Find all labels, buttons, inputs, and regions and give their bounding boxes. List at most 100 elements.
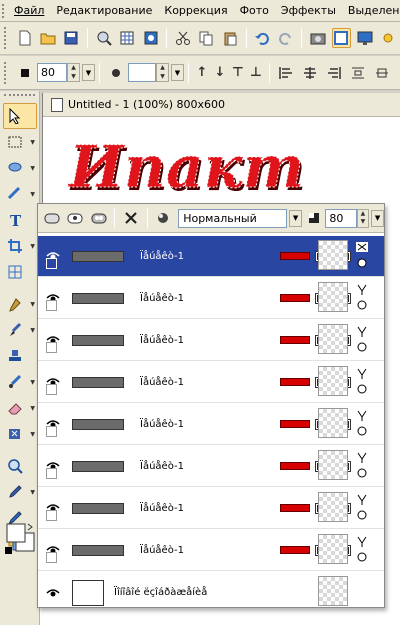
monitor-icon[interactable] xyxy=(355,28,374,48)
size-input[interactable]: 80 xyxy=(37,63,67,82)
layer-link-checkbox[interactable] xyxy=(46,258,57,269)
layer-row[interactable]: Ïåúåêò-1 xyxy=(38,404,384,445)
layer-link-checkbox[interactable] xyxy=(46,510,57,521)
layer-lock-icon[interactable] xyxy=(355,325,369,355)
open-icon[interactable] xyxy=(38,28,57,48)
layer-lock-icon[interactable] xyxy=(355,241,369,271)
menu-photo[interactable]: Фото xyxy=(234,1,275,21)
eyedropper-tool[interactable]: ▼ xyxy=(3,479,37,505)
undo-icon[interactable] xyxy=(253,28,272,48)
layer-link-checkbox[interactable] xyxy=(46,426,57,437)
layer-lock-icon[interactable] xyxy=(355,493,369,523)
menu-adjust[interactable]: Коррекция xyxy=(158,1,233,21)
layer-lock-icon[interactable] xyxy=(355,451,369,481)
duplicate-layer-icon[interactable] xyxy=(89,208,108,228)
toolbar-grip[interactable] xyxy=(4,61,10,84)
align-left-icon[interactable] xyxy=(276,63,296,83)
toolbar-grip[interactable] xyxy=(4,27,10,49)
cut-icon[interactable] xyxy=(173,28,192,48)
layer-opacity-input[interactable]: 80 xyxy=(325,208,357,228)
layer-link-checkbox[interactable] xyxy=(46,342,57,353)
new-layer-icon[interactable] xyxy=(42,208,61,228)
layer-row[interactable]: Ïåúåêò-1 xyxy=(38,236,384,277)
align-center-icon[interactable] xyxy=(300,63,320,83)
visibility-eye-icon[interactable] xyxy=(46,588,60,598)
delete-layer-icon[interactable] xyxy=(121,208,140,228)
banner-text: Ипакт xyxy=(67,133,304,201)
mesh-tool[interactable] xyxy=(3,259,37,285)
blend-mode-dropdown[interactable]: ▼ xyxy=(289,209,302,227)
layer-row[interactable]: Ïåúåêò-1 xyxy=(38,488,384,529)
text-tool[interactable]: T xyxy=(3,207,37,233)
layer-lock-icon[interactable] xyxy=(355,535,369,565)
layer-link-checkbox[interactable] xyxy=(46,552,57,563)
distribute-icon[interactable] xyxy=(348,63,368,83)
grid-icon[interactable] xyxy=(118,28,137,48)
hardness-icon[interactable] xyxy=(106,63,126,83)
layer-link-checkbox[interactable] xyxy=(46,384,57,395)
frame-icon[interactable] xyxy=(331,28,352,48)
color-swatches[interactable] xyxy=(4,521,36,557)
layer-row[interactable]: Ïåúåêò-1 xyxy=(38,362,384,403)
dropper-tool[interactable]: ▼ xyxy=(3,291,37,317)
hardness-input[interactable] xyxy=(128,63,156,82)
layer-lock-icon[interactable] xyxy=(355,367,369,397)
menu-edit[interactable]: Редактирование xyxy=(50,1,158,21)
eraser-tool[interactable]: ▼ xyxy=(3,395,37,421)
layers-palette: Нормальный ▼ 80 ▲ ▼ ▼ Ïåúåêò-1 Ïåúåêò-1 Ï… xyxy=(37,203,385,608)
menu-effects[interactable]: Эффекты xyxy=(275,1,342,21)
pointer-tool[interactable] xyxy=(3,103,37,129)
redo-icon[interactable] xyxy=(276,28,295,48)
layer-opacity-dropdown[interactable]: ▼ xyxy=(371,209,384,227)
new-mask-icon[interactable] xyxy=(65,208,84,228)
layer-row[interactable]: Ïåúåêò-1 xyxy=(38,446,384,487)
layer-row[interactable]: Ïåúåêò-1 xyxy=(38,278,384,319)
hardness-dropdown[interactable]: ▼ xyxy=(171,64,184,81)
brush-tool[interactable]: ▼ xyxy=(3,317,37,343)
menu-grip[interactable] xyxy=(2,3,4,18)
layer-lock-icon[interactable] xyxy=(355,283,369,313)
new-icon[interactable] xyxy=(15,28,34,48)
move-bottom-button[interactable]: ⊥ xyxy=(247,65,265,80)
menu-file[interactable]: Файл xyxy=(8,1,50,21)
layer-link-checkbox[interactable] xyxy=(46,468,57,479)
zoom-tool[interactable] xyxy=(3,453,37,479)
palette-grip[interactable] xyxy=(4,94,35,100)
menu-selection[interactable]: Выделение xyxy=(342,1,400,21)
clone-tool[interactable] xyxy=(3,343,37,369)
blend-icon[interactable] xyxy=(154,208,173,228)
background-layer-row[interactable]: Ïîíîâîé ëçîáðàæåíèå xyxy=(38,572,384,613)
document-titlebar[interactable]: Untitled - 1 (100%) 800x600 xyxy=(43,93,400,117)
size-spinner[interactable]: ▲ ▼ xyxy=(67,63,80,82)
layer-lock-icon[interactable] xyxy=(355,409,369,439)
copy-icon[interactable] xyxy=(197,28,216,48)
lasso-tool[interactable]: ▼ xyxy=(3,155,37,181)
move-up-button[interactable]: ↑ xyxy=(193,65,211,80)
sun-icon[interactable] xyxy=(379,28,398,48)
photo-icon[interactable] xyxy=(141,28,160,48)
camera-icon[interactable] xyxy=(308,28,327,48)
move-down-button[interactable]: ↓ xyxy=(211,65,229,80)
retouch-tool[interactable]: ▼ xyxy=(3,369,37,395)
document-window[interactable]: Untitled - 1 (100%) 800x600 Ипакт Ипакт xyxy=(42,93,400,204)
hardness-spinner[interactable]: ▲ ▼ xyxy=(156,63,169,82)
fill-tool[interactable]: ▼ xyxy=(3,421,37,447)
browse-icon[interactable] xyxy=(94,28,113,48)
menu-bar: Файл Редактирование Коррекция Фото Эффек… xyxy=(0,0,400,22)
layer-thumbnail xyxy=(72,418,124,430)
layer-row[interactable]: Ïåúåêò-1 xyxy=(38,320,384,361)
align-right-icon[interactable] xyxy=(324,63,344,83)
layer-row[interactable]: Ïåúåêò-1 xyxy=(38,530,384,571)
align-middle-icon[interactable] xyxy=(372,63,392,83)
crop-tool[interactable]: ▼ xyxy=(3,233,37,259)
layer-opacity-spinner[interactable]: ▲ ▼ xyxy=(356,208,370,228)
layer-link-checkbox[interactable] xyxy=(46,300,57,311)
brush-shape-icon[interactable] xyxy=(15,63,35,83)
selection-tool[interactable]: ▼ xyxy=(3,129,37,155)
blend-mode-select[interactable]: Нормальный xyxy=(178,208,288,228)
paste-icon[interactable] xyxy=(220,28,239,48)
move-top-button[interactable]: ⊤ xyxy=(229,65,247,80)
save-icon[interactable] xyxy=(62,28,81,48)
size-dropdown[interactable]: ▼ xyxy=(82,64,95,81)
straighten-tool[interactable]: ▼ xyxy=(3,181,37,207)
